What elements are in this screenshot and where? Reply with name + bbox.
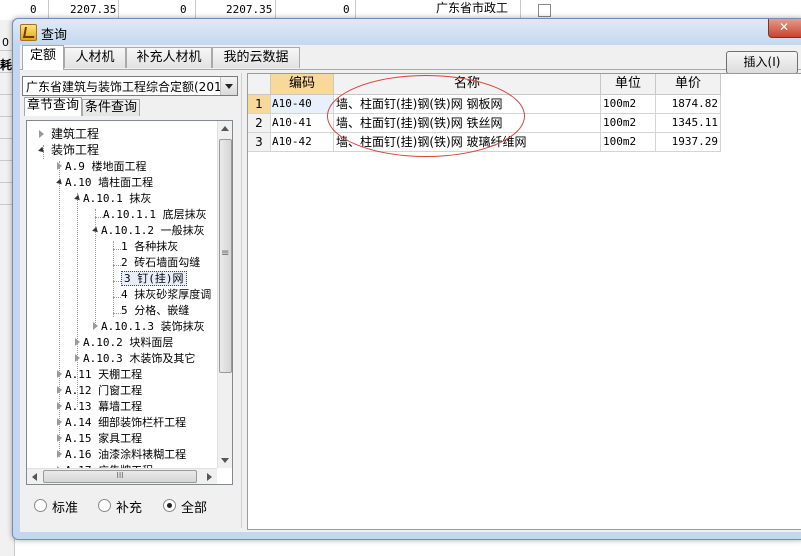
scroll-thumb[interactable]	[219, 139, 232, 373]
row-number[interactable]: 1	[248, 95, 271, 114]
pane-splitter[interactable]	[241, 73, 246, 528]
cell-unit[interactable]: 100m2	[601, 95, 656, 114]
tree-item[interactable]: A.11 天棚工程	[57, 366, 142, 382]
tree-item[interactable]: 建筑工程	[39, 126, 99, 142]
cell-code[interactable]: A10-40	[271, 95, 334, 114]
tab-supplementary-lmm[interactable]: 补充人材机	[126, 47, 212, 68]
annotation-oval	[327, 75, 525, 157]
tree-item[interactable]: A.10.1.1 底层抹灰	[99, 206, 207, 222]
tab-my-cloud-data[interactable]: 我的云数据	[212, 47, 300, 68]
bg-cell: 2207.35	[70, 3, 117, 16]
close-button[interactable]	[768, 19, 801, 38]
cell-price[interactable]: 1874.82	[656, 95, 721, 114]
cell-unit[interactable]: 100m2	[601, 133, 656, 152]
tree-item[interactable]: 1 各种抹灰	[121, 238, 178, 254]
column-header-price[interactable]: 单价	[656, 74, 721, 95]
bg-cell: 0	[180, 3, 187, 16]
tree-vertical-scrollbar[interactable]	[217, 121, 232, 468]
app-icon	[20, 24, 37, 41]
tree-item[interactable]: A.14 细部装饰栏杆工程	[57, 414, 186, 430]
tree-item[interactable]: A.10.1.2 一般抹灰	[92, 222, 205, 238]
tree-item[interactable]: A.10.1 抹灰	[74, 190, 151, 206]
tree-item[interactable]: 4 抹灰砂浆厚度调	[121, 286, 211, 302]
insert-button[interactable]: 插入(I)	[726, 51, 798, 74]
scroll-left-icon[interactable]	[32, 473, 37, 481]
quota-library-select[interactable]: 广东省建筑与装饰工程综合定额(201	[22, 76, 238, 96]
cell-price[interactable]: 1345.11	[656, 114, 721, 133]
bg-cell: 2207.35	[226, 3, 273, 16]
window-title: 查询	[41, 28, 68, 43]
tree-horizontal-scrollbar[interactable]: III	[27, 468, 217, 484]
cell-code[interactable]: A10-41	[271, 114, 334, 133]
quota-library-value: 广东省建筑与装饰工程综合定额(201	[26, 80, 220, 94]
subtab-chapter-query[interactable]: 章节查询	[24, 97, 82, 116]
tree-item[interactable]: A.10.1.3 装饰抹灰	[93, 318, 205, 334]
chevron-down-icon[interactable]	[220, 77, 237, 95]
cell-price[interactable]: 1937.29	[656, 133, 721, 152]
column-header-code[interactable]: 编码	[271, 74, 334, 95]
scroll-thumb[interactable]: III	[43, 470, 197, 483]
tree-item[interactable]: A.9 楼地面工程	[57, 158, 147, 174]
bg-left-label: 0	[2, 36, 9, 49]
scroll-down-icon[interactable]	[221, 458, 229, 463]
title-bar[interactable]: 查询	[13, 19, 801, 45]
bg-left-label: 耗	[0, 58, 13, 72]
bg-cell: 0	[30, 3, 37, 16]
tab-quota[interactable]: 定额	[22, 45, 64, 70]
tree-item[interactable]: A.13 幕墙工程	[57, 398, 142, 414]
row-number[interactable]: 2	[248, 114, 271, 133]
tree-item[interactable]: A.16 油漆涂料裱糊工程	[57, 446, 186, 462]
tab-labor-material-machine[interactable]: 人材机	[64, 47, 126, 68]
tree-item[interactable]: A.10.3 木装饰及其它	[75, 350, 195, 366]
subtab-condition-query[interactable]: 条件查询	[82, 99, 140, 116]
cell-code[interactable]: A10-42	[271, 133, 334, 152]
grid-corner	[248, 74, 271, 95]
tree-item-selected[interactable]: 3 钉(挂)网	[121, 270, 187, 286]
scroll-up-icon[interactable]	[221, 126, 229, 131]
column-header-unit[interactable]: 单位	[601, 74, 656, 95]
tree-item[interactable]: A.10.2 块料面层	[75, 334, 173, 350]
cell-unit[interactable]: 100m2	[601, 114, 656, 133]
row-number[interactable]: 3	[248, 133, 271, 152]
scroll-right-icon[interactable]	[207, 473, 212, 481]
chapter-tree[interactable]: 建筑工程 装饰工程 A.9 楼地面工程 A.10 墙柱面工程 A.10.1 抹灰…	[26, 120, 233, 485]
bg-cell: 0	[343, 3, 350, 16]
tree-item[interactable]: A.10 墙柱面工程	[56, 174, 153, 190]
tree-item[interactable]: A.12 门窗工程	[57, 382, 142, 398]
bg-checkbox	[538, 4, 551, 17]
quota-grid: 编码 名称 单位 单价 1 A10-40 墙、柱面钉(挂)钢(铁)网 钢板网 1…	[247, 73, 801, 530]
tree-item[interactable]: 2 砖石墙面勾缝	[121, 254, 200, 270]
tree-item[interactable]: 装饰工程	[38, 142, 99, 158]
tree-item[interactable]: 5 分格、嵌缝	[121, 302, 189, 318]
tree-item[interactable]: A.15 家具工程	[57, 430, 142, 446]
bg-cell: 广东省市政工	[436, 1, 509, 15]
